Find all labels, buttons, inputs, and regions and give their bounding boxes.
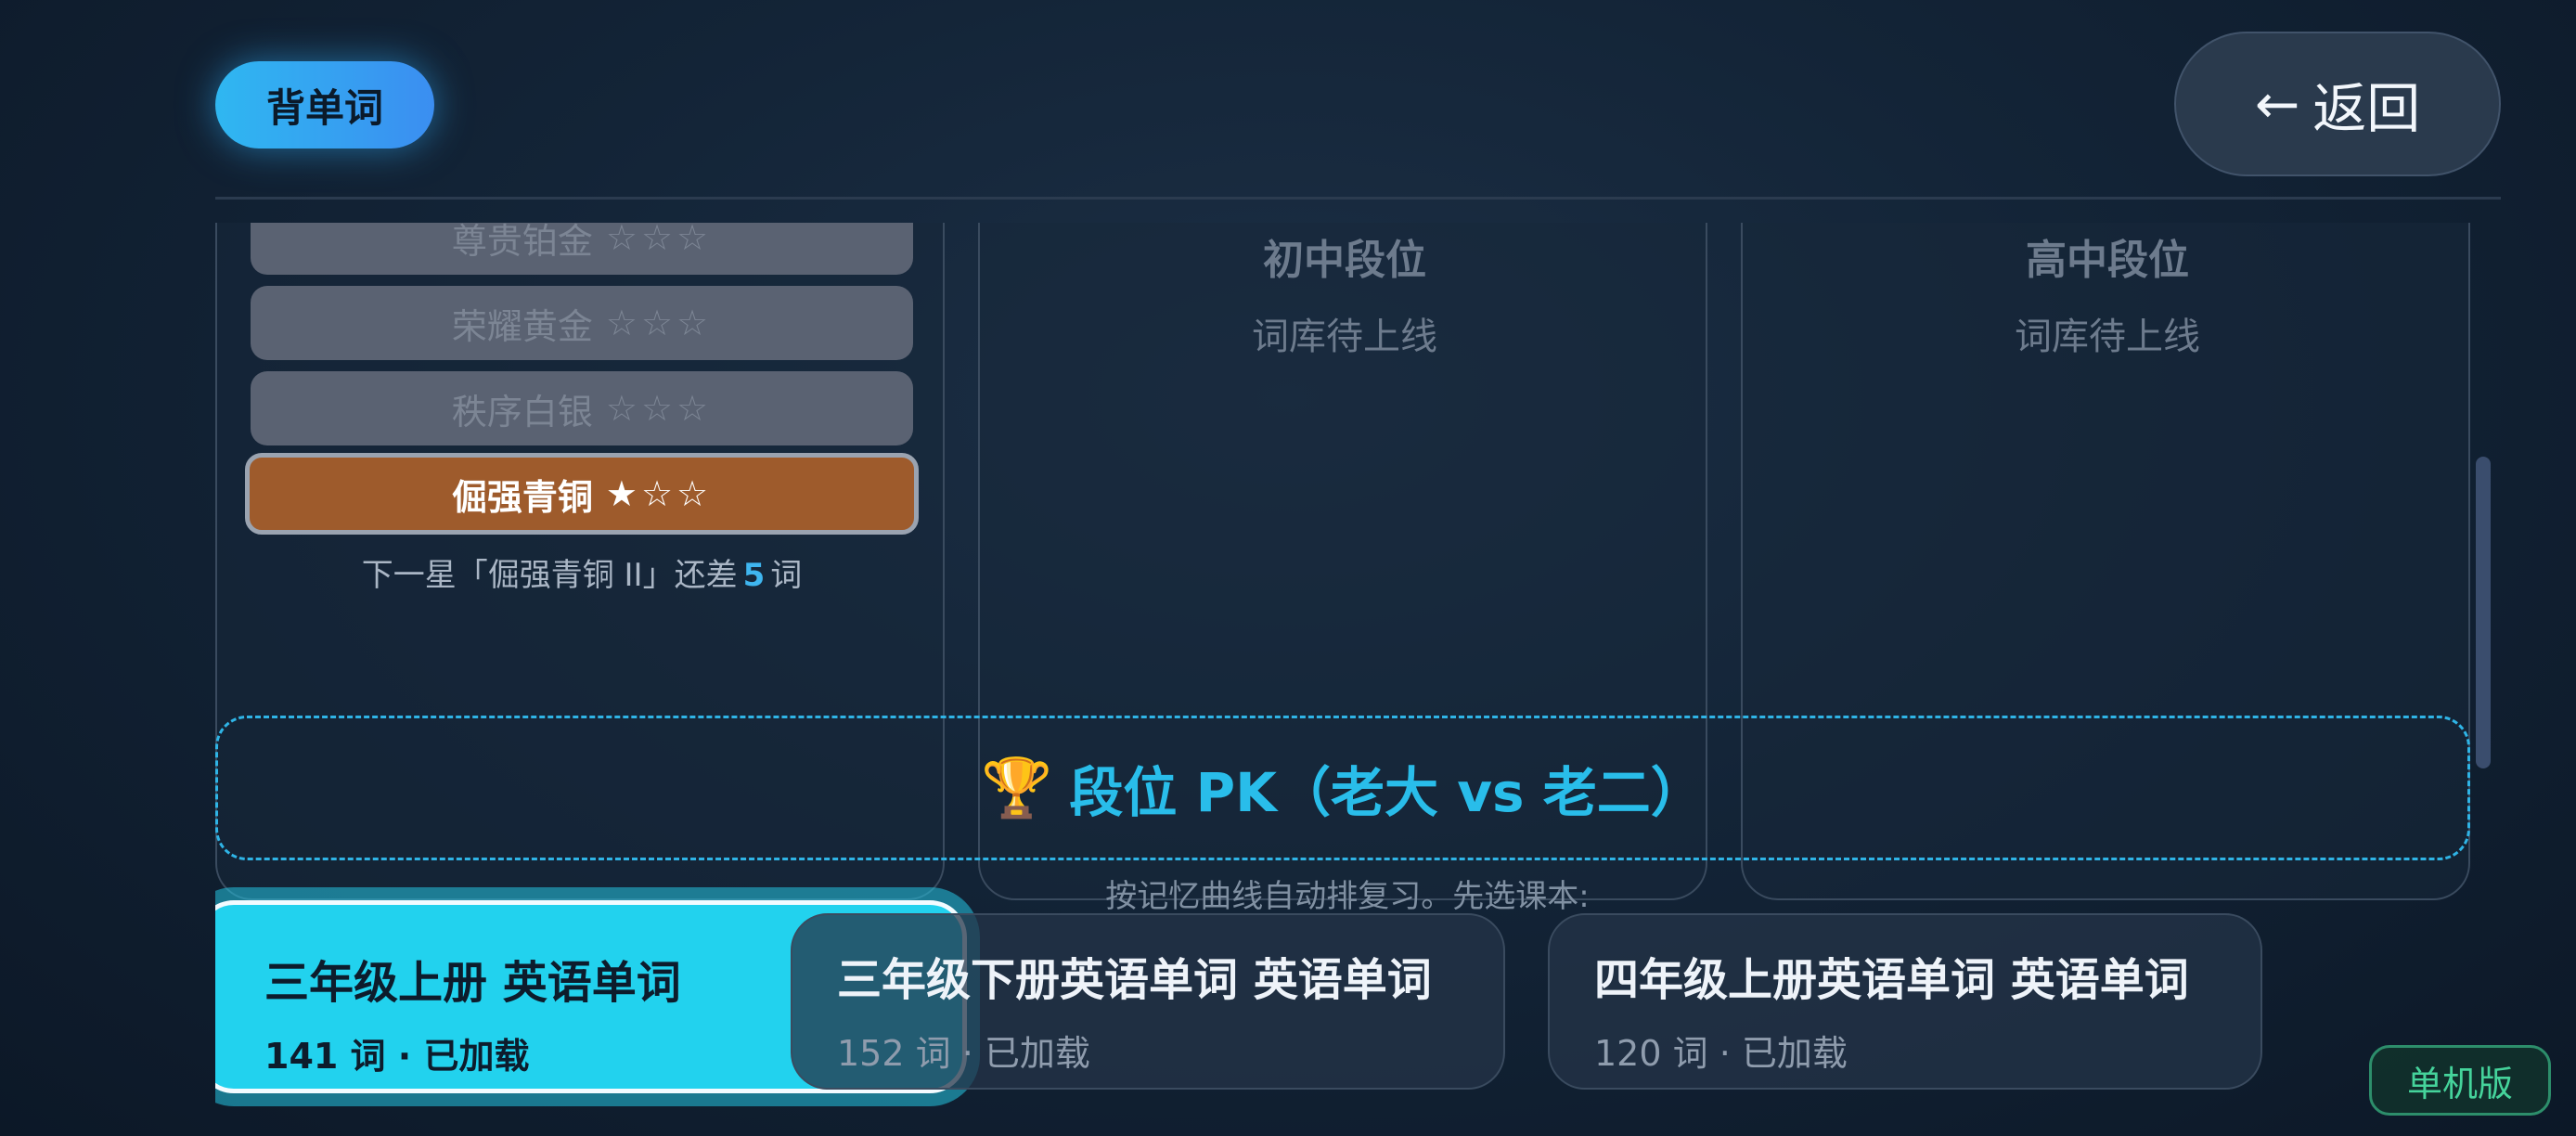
book-title: 三年级下册英语单词 英语单词 — [837, 954, 1432, 1006]
tier-item: 荣耀黄金 ☆☆☆ — [251, 286, 913, 360]
tier-item-active: 倔强青铜 ★☆☆ — [245, 453, 919, 535]
book-meta: 152 词 · 已加载 — [837, 1033, 1090, 1074]
star-rating-icon: ☆☆☆ — [605, 388, 713, 429]
star-rating-icon: ★☆☆ — [605, 473, 713, 514]
next-star-suffix: 词 — [770, 557, 803, 594]
arrow-left-icon: ← — [2254, 72, 2300, 136]
book-meta: 120 词 · 已加载 — [1594, 1033, 1848, 1074]
rank-pk-label: 段位 PK（老大 vs 老二） — [1069, 761, 1705, 824]
tier-label: 尊贵铂金 — [451, 223, 593, 262]
book-card[interactable]: 三年级下册英语单词 英语单词 152 词 · 已加载 — [791, 913, 1505, 1090]
back-button[interactable]: ← 返回 — [2174, 32, 2501, 176]
book-card[interactable]: 四年级上册英语单词 英语单词 120 词 · 已加载 — [1548, 913, 2262, 1090]
tier-label: 倔强青铜 — [451, 476, 593, 518]
tier-item: 秩序白银 ☆☆☆ — [251, 371, 913, 445]
star-rating-icon: ☆☆☆ — [605, 223, 713, 258]
back-button-label: 返回 — [2312, 77, 2421, 140]
card-subtitle: 词库待上线 — [1252, 316, 1437, 358]
offline-mode-badge: 单机版 — [2369, 1045, 2551, 1116]
rank-pk-button[interactable]: 🏆 段位 PK（老大 vs 老二） — [215, 716, 2470, 860]
tier-item: 尊贵铂金 ☆☆☆ — [251, 223, 913, 275]
next-star-count: 5 — [742, 557, 766, 594]
scroll-content[interactable]: 尊贵铂金 ☆☆☆ 荣耀黄金 ☆☆☆ 秩序白银 ☆☆☆ 倔强青铜 ★☆☆ 下一星「… — [215, 223, 2479, 1136]
tier-label: 荣耀黄金 — [451, 305, 593, 347]
app-badge: 背单词 — [215, 61, 434, 148]
star-rating-icon: ☆☆☆ — [605, 303, 713, 343]
tier-label: 秩序白银 — [451, 391, 593, 432]
next-star-progress: 下一星「倔强青铜 II」还差 5 词 — [217, 549, 947, 595]
card-title: 初中段位 — [1263, 237, 1426, 284]
scrollbar[interactable] — [2476, 457, 2491, 768]
trophy-icon: 🏆 — [981, 754, 1053, 821]
book-title: 四年级上册英语单词 英语单词 — [1594, 954, 2189, 1006]
next-star-prefix: 下一星「倔强青铜 II」还差 — [361, 557, 738, 594]
card-title: 高中段位 — [2026, 237, 2189, 284]
card-subtitle: 词库待上线 — [2015, 316, 2200, 358]
header-divider — [215, 197, 2501, 200]
